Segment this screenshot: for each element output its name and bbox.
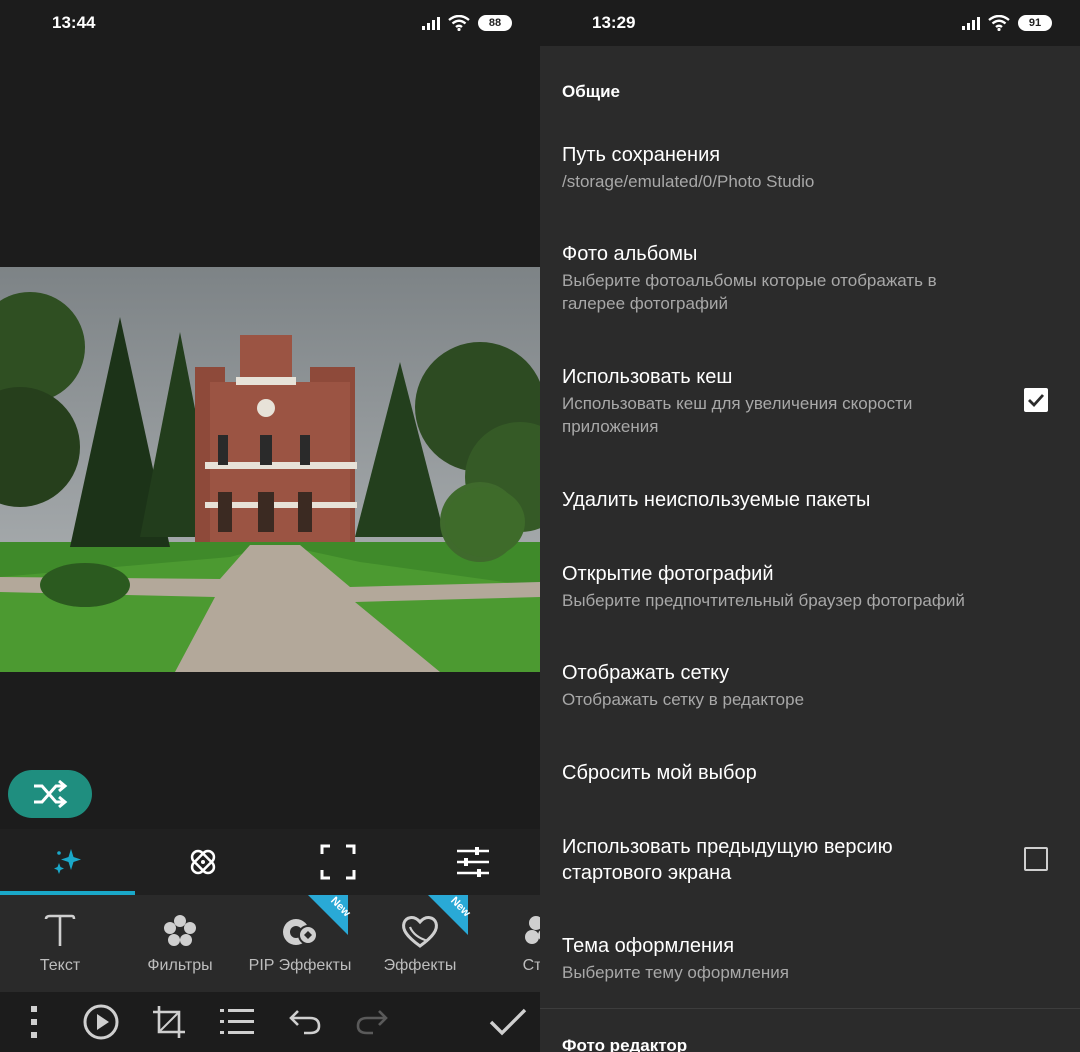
status-time: 13:44 [52,13,96,32]
more-vertical-icon [31,1006,37,1038]
play-button[interactable] [68,992,134,1052]
settings-screen: 13:29 91 Общие Путь сохранения /storage/… [540,0,1080,1052]
sticker-icon [525,915,540,944]
setting-use-cache[interactable]: Использовать кеш Использовать кеш для ув… [540,364,1080,438]
bottom-action-bar [0,992,540,1052]
tools-strip: Текст Фильтры New PIP Эффекты New Эффект… [0,895,540,992]
setting-subtitle: Выберите тему оформления [562,963,789,982]
shuffle-icon [34,779,68,809]
section-header-photo-editor: Фото редактор [562,1036,688,1052]
status-icons: 91 [962,15,1052,31]
setting-title: Отображать сетку [562,662,730,684]
tool-stickers[interactable]: Стик [480,895,540,992]
shuffle-button[interactable] [8,770,92,818]
status-bar: 13:44 88 [0,0,540,46]
setting-title: Фото альбомы [562,243,698,265]
tool-label: Текст [39,956,81,974]
status-icons: 88 [422,15,512,31]
tool-label: Стик [522,956,540,974]
layers-button[interactable] [204,992,270,1052]
signal-icon [422,16,440,30]
text-icon [44,914,76,946]
bandage-icon [190,849,215,875]
crop-icon [153,1006,185,1038]
setting-subtitle: Выберите предпочтительный браузер фотогр… [562,591,965,610]
setting-title: Сбросить мой выбор [562,762,757,784]
section-divider [540,1008,1080,1009]
battery-indicator: 88 [478,15,512,31]
more-button[interactable] [0,992,68,1052]
setting-show-grid[interactable]: Отображать сетку Отображать сетку в реда… [540,660,1080,711]
setting-title: Открытие фотографий [562,563,774,585]
setting-subtitle: Использовать кеш для увеличения скорости… [562,394,913,436]
tab-healing[interactable] [135,829,270,895]
apply-button[interactable] [404,992,540,1052]
setting-subtitle: Отображать сетку в редакторе [562,690,805,709]
setting-theme[interactable]: Тема оформления Выберите тему оформления [540,933,1080,984]
redo-icon [356,1010,388,1035]
check-icon [1028,394,1045,408]
crop-frame-icon [320,844,355,880]
photo-image [0,267,540,672]
sparkle-icon [53,849,81,874]
checkmark-icon [489,1008,527,1036]
photo-canvas[interactable] [0,267,540,672]
tool-effects[interactable]: New Эффекты [360,895,480,992]
tool-label: PIP Эффекты [248,956,352,974]
setting-title: Тема оформления [562,935,735,957]
setting-photo-albums[interactable]: Фото альбомы Выберите фотоальбомы которы… [540,241,1080,315]
undo-button[interactable] [270,992,340,1052]
setting-title: Путь сохранения [562,144,721,166]
editor-tab-bar [0,829,540,895]
signal-icon [962,16,980,30]
setting-delete-unused-packages[interactable]: Удалить неиспользуемые пакеты [540,487,1080,513]
tool-pip-effects[interactable]: New PIP Эффекты [240,895,360,992]
previous-start-screen-checkbox[interactable] [1024,847,1048,871]
setting-save-path[interactable]: Путь сохранения /storage/emulated/0/Phot… [540,142,1080,193]
tool-filters[interactable]: Фильтры [120,895,240,992]
wifi-icon [448,15,470,31]
tab-magic[interactable] [0,829,135,895]
tab-crop[interactable] [270,829,405,895]
crop-tool-button[interactable] [134,992,204,1052]
tab-adjust[interactable] [405,829,540,895]
undo-icon [289,1010,321,1035]
section-header-general: Общие [562,82,620,101]
setting-previous-start-screen[interactable]: Использовать предыдущую версию стартовог… [540,834,1080,886]
cache-checkbox[interactable] [1024,388,1048,412]
wifi-icon [988,15,1010,31]
tool-label: Фильтры [147,956,213,974]
tool-text[interactable]: Текст [0,895,120,992]
setting-subtitle: Выберите фотоальбомы которые отображать … [562,271,937,313]
tool-label: Эффекты [383,956,457,974]
setting-title: Удалить неиспользуемые пакеты [562,489,871,511]
status-bar: 13:29 91 [540,0,1080,46]
setting-subtitle: /storage/emulated/0/Photo Studio [562,172,815,191]
setting-title: Использовать предыдущую версию стартовог… [562,836,893,884]
flower-icon [164,914,196,946]
editor-screen: 13:44 88 Текст Фильтры New PIP Эффекты N… [0,0,540,1052]
setting-reset-choice[interactable]: Сбросить мой выбор [540,760,1080,786]
setting-title: Использовать кеш [562,366,733,388]
status-time: 13:29 [592,13,636,32]
setting-open-photos[interactable]: Открытие фотографий Выберите предпочтите… [540,561,1080,612]
battery-indicator: 91 [1018,15,1052,31]
sliders-icon [456,847,489,877]
list-icon [220,1009,254,1034]
redo-button[interactable] [340,992,404,1052]
play-icon [83,1004,119,1040]
settings-list: Общие Путь сохранения /storage/emulated/… [540,46,1080,1052]
